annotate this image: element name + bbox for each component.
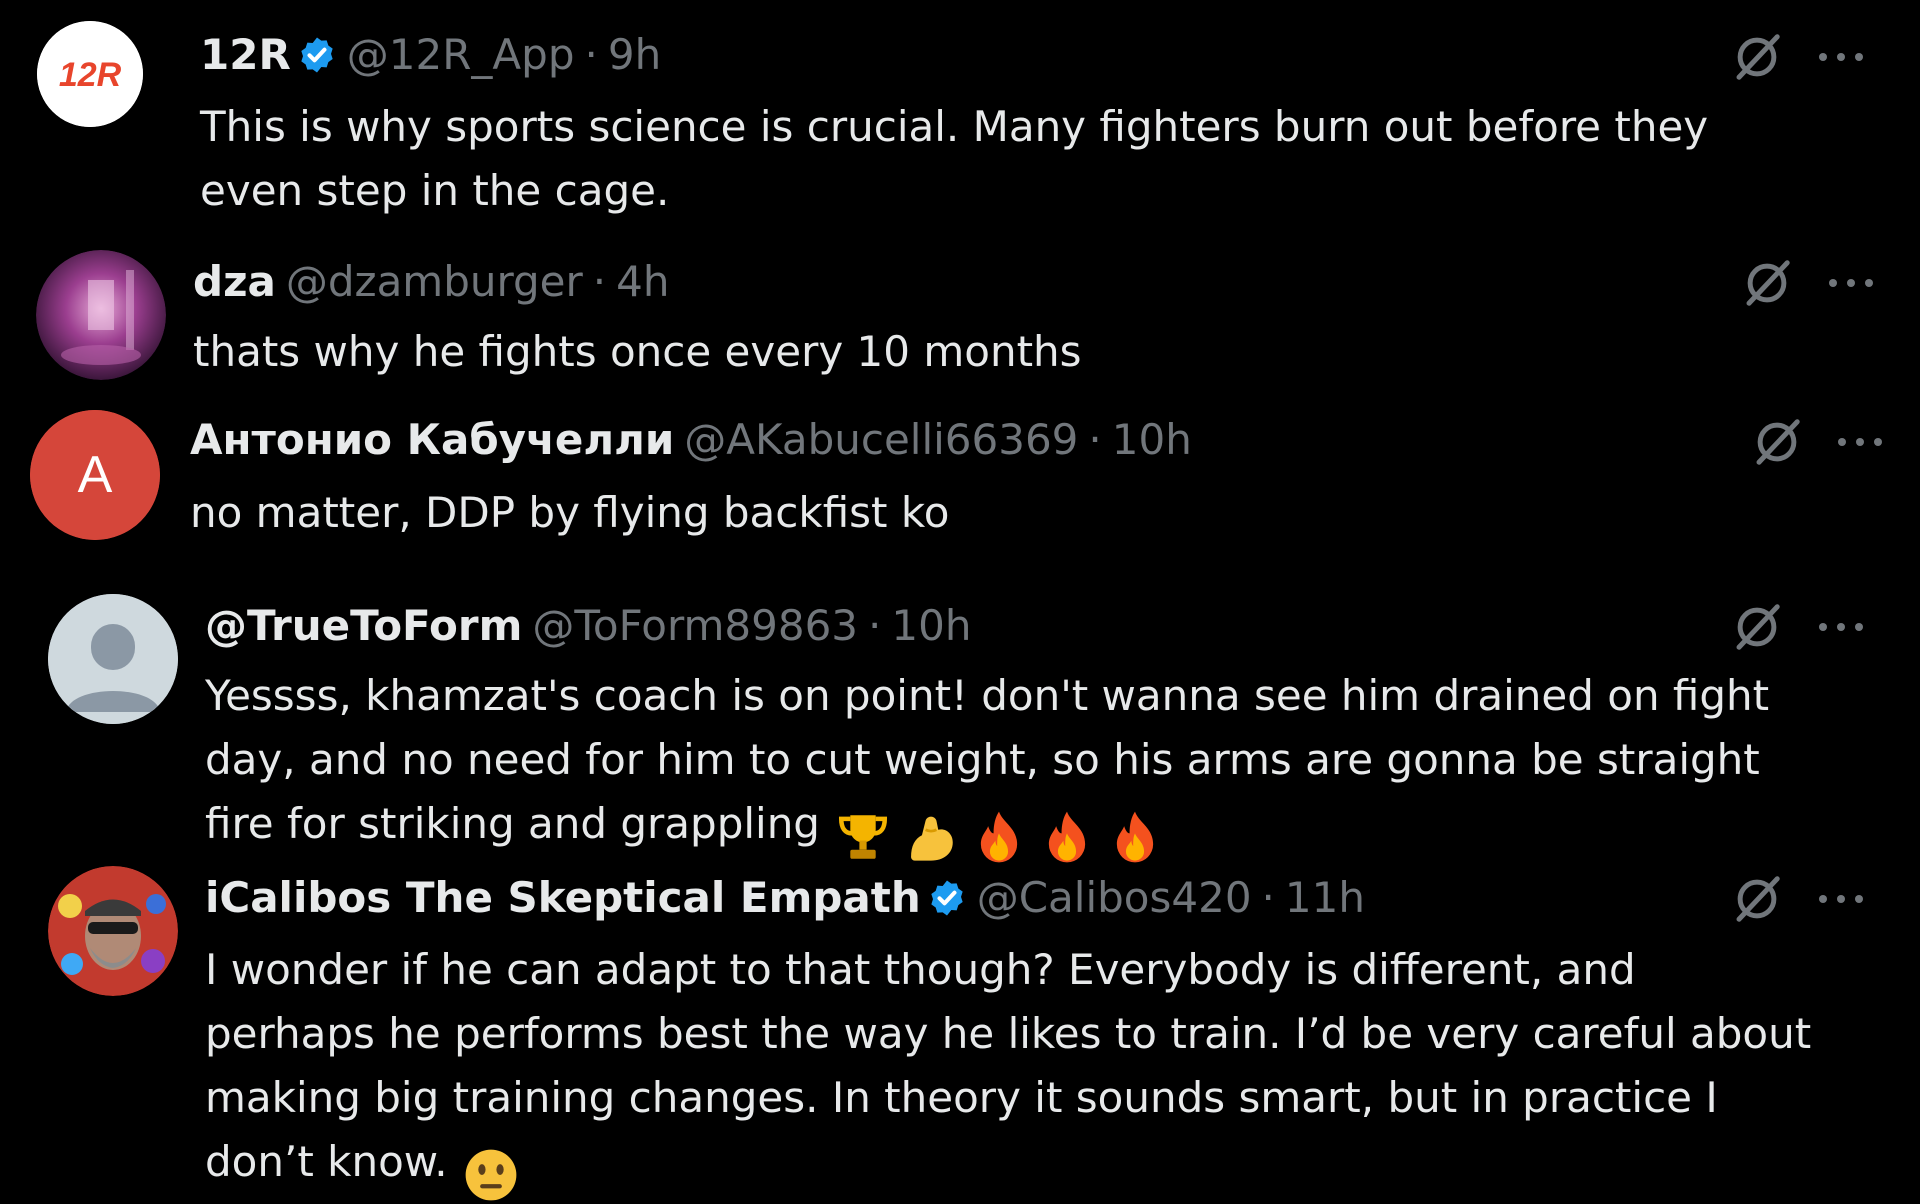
photo-avatar-icon [36, 250, 166, 380]
more-options-icon[interactable] [1834, 432, 1886, 452]
verified-badge-icon [927, 878, 967, 918]
grok-icon[interactable] [1740, 256, 1794, 310]
trophy-emoji [834, 808, 892, 866]
tweet-line: Yessss, khamzat's coach is on point! don… [205, 671, 1770, 720]
letter-avatar-icon: A [30, 410, 160, 540]
grok-icon[interactable] [1730, 872, 1784, 926]
avatar[interactable]: A [30, 410, 160, 540]
separator: · [1261, 873, 1275, 922]
verified-badge-icon [297, 35, 337, 75]
tweet-line: making big training changes. In theory i… [205, 1073, 1718, 1122]
tweet-line: I wonder if he can adapt to that though?… [205, 945, 1636, 994]
grok-icon[interactable] [1730, 600, 1784, 654]
fire-emoji [1038, 808, 1096, 866]
tweet-line: don’t know. [205, 1137, 448, 1186]
separator: · [1088, 415, 1102, 464]
display-name[interactable]: iCalibos The Skeptical Empath [205, 873, 921, 922]
more-options-icon[interactable] [1815, 617, 1867, 637]
display-name[interactable]: dza [193, 257, 276, 306]
tweet-header: iCalibos The Skeptical Empath @Calibos420… [205, 873, 1365, 923]
avatar-label: A [78, 446, 113, 504]
tweet-line: day, and no need for him to cut weight, … [205, 735, 1760, 784]
tweet-line-with-emoji: fire for striking and grappling [205, 792, 1769, 866]
timestamp[interactable]: 10h [891, 601, 971, 650]
flexed-biceps-emoji [902, 808, 960, 866]
tweet-line: even step in the cage. [200, 166, 670, 215]
photo-avatar-icon [48, 866, 178, 996]
tweet-line: This is why sports science is crucial. M… [200, 102, 1709, 151]
more-options-icon[interactable] [1815, 889, 1867, 909]
tweet-text: no matter, DDP by flying backfist ko [190, 481, 949, 545]
separator: · [584, 30, 598, 79]
more-options-icon[interactable] [1825, 273, 1877, 293]
display-name[interactable]: 12R [200, 30, 291, 79]
tweet-header: Антонио Кабучелли @AKabucelli66369 · 10h [190, 415, 1192, 465]
grok-icon[interactable] [1750, 415, 1804, 469]
tweet-text: This is why sports science is crucial. M… [200, 95, 1708, 223]
fire-emoji [970, 808, 1028, 866]
handle[interactable]: @ToForm89863 [532, 601, 858, 650]
avatar-label: 12R [59, 56, 122, 94]
timestamp[interactable]: 11h [1285, 873, 1365, 922]
handle[interactable]: @AKabucelli66369 [684, 415, 1078, 464]
handle[interactable]: @12R_App [347, 30, 575, 79]
avatar[interactable] [48, 594, 178, 724]
avatar[interactable] [36, 250, 166, 380]
tweet-line: thats why he fights once every 10 months [193, 327, 1082, 376]
handle[interactable]: @Calibos420 [977, 873, 1252, 922]
avatar[interactable]: 12R [37, 21, 143, 127]
timestamp[interactable]: 10h [1112, 415, 1192, 464]
tweet-line: perhaps he performs best the way he like… [205, 1009, 1812, 1058]
tweet-text: Yessss, khamzat's coach is on point! don… [205, 664, 1769, 866]
tweet-text: thats why he fights once every 10 months [193, 320, 1082, 384]
default-user-icon [48, 594, 178, 724]
fire-emoji [1106, 808, 1164, 866]
tweet-header: dza @dzamburger · 4h [193, 257, 670, 307]
tweet-header: @TrueToForm @ToForm89863 · 10h [205, 601, 971, 651]
tweet-header: 12R @12R_App · 9h [200, 30, 661, 80]
12r-logo-icon: 12R [37, 21, 143, 127]
separator: · [868, 601, 882, 650]
grok-icon[interactable] [1730, 30, 1784, 84]
tweet-line: fire for striking and grappling [205, 799, 820, 848]
neutral-face-emoji [462, 1146, 520, 1204]
tweet-line-with-emoji: don’t know. [205, 1130, 1811, 1204]
display-name[interactable]: @TrueToForm [205, 601, 522, 650]
more-options-icon[interactable] [1815, 47, 1867, 67]
emoji-row [834, 802, 1174, 866]
emoji-row [462, 1140, 530, 1204]
handle[interactable]: @dzamburger [286, 257, 583, 306]
avatar[interactable] [48, 866, 178, 996]
display-name[interactable]: Антонио Кабучелли [190, 415, 674, 464]
separator: · [592, 257, 607, 306]
tweet-line: no matter, DDP by flying backfist ko [190, 488, 950, 537]
tweet-text: I wonder if he can adapt to that though?… [205, 938, 1811, 1204]
timestamp[interactable]: 9h [608, 30, 661, 79]
timestamp[interactable]: 4h [616, 257, 669, 306]
